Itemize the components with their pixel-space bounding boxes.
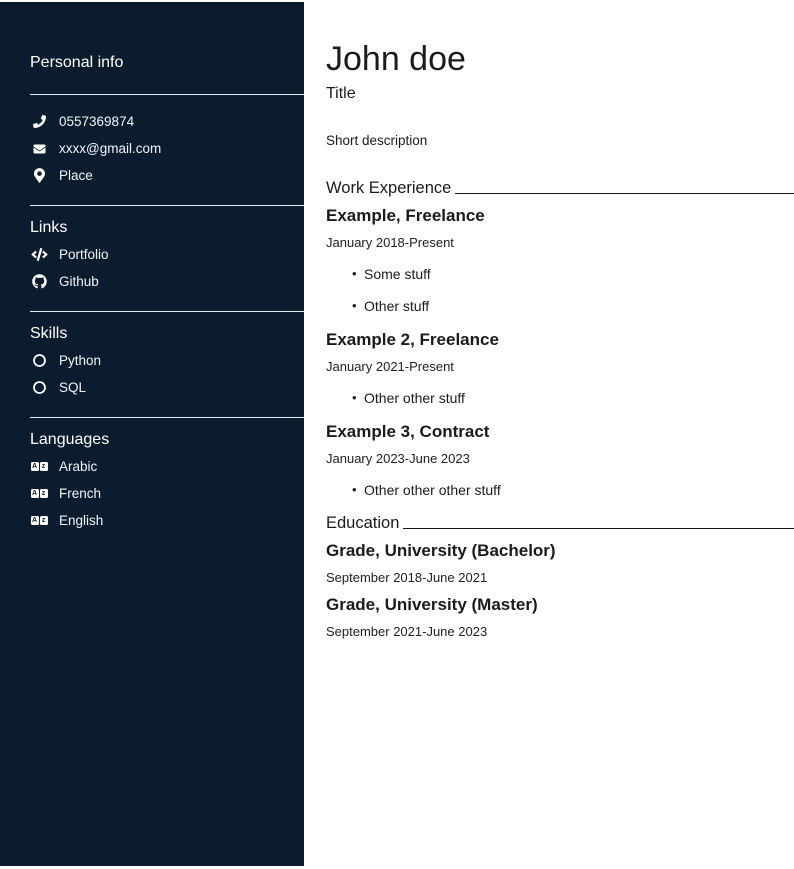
language-icon: Az: [30, 462, 48, 471]
link-github[interactable]: Github: [30, 268, 304, 295]
section-ruler: [455, 193, 794, 194]
skills-heading: Skills: [30, 325, 304, 343]
education-heading: Education: [326, 514, 794, 533]
work-entry-title: Example 3, Contract: [326, 422, 794, 442]
language-icon-letter: A: [31, 462, 39, 471]
section-education: Education Grade, University (Bachelor) S…: [326, 514, 794, 639]
language-label: Arabic: [59, 459, 97, 474]
language-icon-letter: A: [31, 516, 39, 525]
skill-item: Python: [30, 347, 304, 374]
language-icon-letter: z: [40, 462, 48, 471]
language-item: Az Arabic: [30, 453, 304, 480]
education-entry-date: September 2021-June 2023: [326, 624, 794, 639]
section-work-experience: Work Experience Example, Freelance Janua…: [326, 179, 794, 498]
circle-icon: [30, 381, 48, 394]
language-item: Az English: [30, 507, 304, 534]
person-title: Title: [326, 84, 794, 103]
work-experience-heading: Work Experience: [326, 179, 794, 198]
sidebar-section-skills: Skills Python SQL: [30, 311, 304, 401]
location-icon: [30, 168, 48, 183]
email-address: xxxx@gmail.com: [59, 141, 161, 156]
work-entry-bullets: Other other other stuff: [326, 482, 794, 498]
work-entry-date: January 2023-June 2023: [326, 451, 794, 466]
email-row: xxxx@gmail.com: [30, 135, 304, 162]
skill-item: SQL: [30, 374, 304, 401]
bullet-item: Other stuff: [352, 298, 794, 314]
work-entry: Example 3, Contract January 2023-June 20…: [326, 422, 794, 498]
education-entry: Grade, University (Bachelor) September 2…: [326, 541, 794, 585]
language-item: Az French: [30, 480, 304, 507]
work-entry: Example, Freelance January 2018-Present …: [326, 206, 794, 314]
phone-number: 0557369874: [59, 114, 134, 129]
work-entry: Example 2, Freelance January 2021-Presen…: [326, 330, 794, 406]
education-entry-date: September 2018-June 2021: [326, 570, 794, 585]
link-portfolio[interactable]: Portfolio: [30, 241, 304, 268]
phone-icon: [30, 115, 48, 128]
sidebar: Personal info 0557369874 xxxx@gmail.com …: [0, 2, 304, 866]
language-icon: Az: [30, 516, 48, 525]
github-icon: [30, 274, 48, 289]
education-heading-text: Education: [326, 514, 399, 533]
envelope-icon: [30, 143, 48, 155]
sidebar-divider: [30, 311, 304, 312]
github-link-label: Github: [59, 274, 99, 289]
sidebar-section-languages: Languages Az Arabic Az French Az English: [30, 417, 304, 534]
portfolio-link-label: Portfolio: [59, 247, 109, 262]
work-entry-date: January 2021-Present: [326, 359, 794, 374]
language-label: English: [59, 513, 103, 528]
personal-info-heading: Personal info: [30, 54, 304, 72]
sidebar-section-personal-info: Personal info 0557369874 xxxx@gmail.com …: [30, 54, 304, 189]
languages-heading: Languages: [30, 431, 304, 449]
language-icon-letter: z: [40, 489, 48, 498]
work-entry-date: January 2018-Present: [326, 235, 794, 250]
place-row: Place: [30, 162, 304, 189]
work-entry-bullets: Some stuff Other stuff: [326, 266, 794, 314]
education-entry-title: Grade, University (Bachelor): [326, 541, 794, 561]
resume-main: John doe Title Short description Work Ex…: [304, 0, 794, 639]
work-entry-title: Example, Freelance: [326, 206, 794, 226]
person-name: John doe: [326, 40, 794, 78]
sidebar-divider: [30, 417, 304, 418]
place-label: Place: [59, 168, 93, 183]
language-icon: Az: [30, 489, 48, 498]
education-entry-title: Grade, University (Master): [326, 595, 794, 615]
language-icon-letter: z: [40, 516, 48, 525]
bullet-item: Other other other stuff: [352, 482, 794, 498]
work-experience-heading-text: Work Experience: [326, 179, 451, 198]
bullet-item: Other other stuff: [352, 390, 794, 406]
links-heading: Links: [30, 219, 304, 237]
language-label: French: [59, 486, 101, 501]
section-ruler: [403, 528, 794, 529]
sidebar-divider: [30, 205, 304, 206]
circle-icon: [30, 354, 48, 367]
work-entry-title: Example 2, Freelance: [326, 330, 794, 350]
skill-label: Python: [59, 353, 101, 368]
bullet-item: Some stuff: [352, 266, 794, 282]
sidebar-section-links: Links Portfolio Github: [30, 205, 304, 295]
phone-row: 0557369874: [30, 108, 304, 135]
education-entry: Grade, University (Master) September 202…: [326, 595, 794, 639]
skill-label: SQL: [59, 380, 86, 395]
language-icon-letter: A: [31, 489, 39, 498]
short-description: Short description: [326, 133, 794, 149]
sidebar-divider: [30, 94, 304, 95]
work-entry-bullets: Other other stuff: [326, 390, 794, 406]
code-icon: [30, 248, 48, 261]
